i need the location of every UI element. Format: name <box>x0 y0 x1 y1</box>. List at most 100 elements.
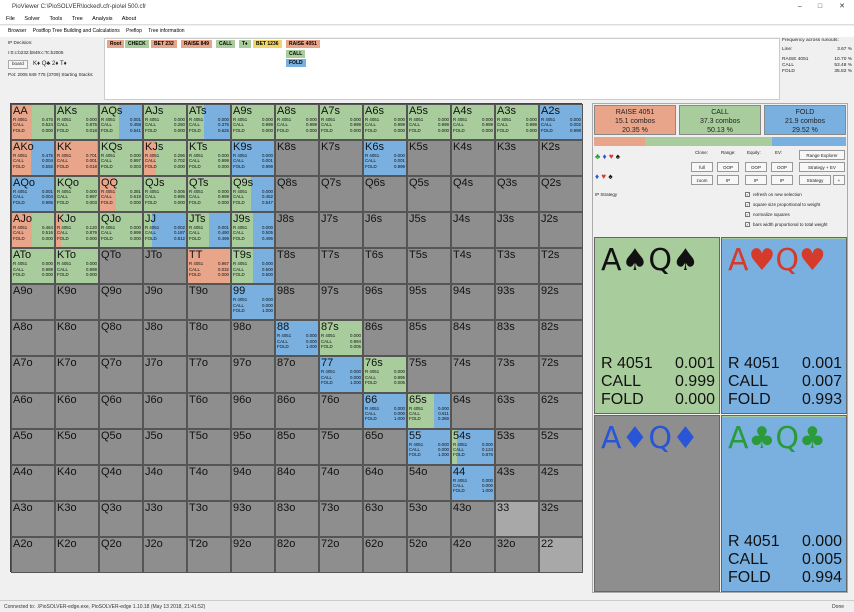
hand-cell-J5s[interactable]: J5s <box>407 212 451 249</box>
hand-cell-K6o[interactable]: K6o <box>55 392 99 429</box>
hand-cell-82o[interactable]: 82o <box>275 536 319 573</box>
hand-cell-J8o[interactable]: J8o <box>143 320 187 357</box>
action-turn-card[interactable]: T♦ <box>239 40 251 48</box>
hand-cell-A2o[interactable]: A2o <box>11 536 55 573</box>
hand-cell-63s[interactable]: 63s <box>495 392 539 429</box>
range-explorer-button[interactable]: Range Explorer <box>799 150 845 160</box>
hand-cell-98s[interactable]: 98s <box>275 284 319 321</box>
hand-cell-52o[interactable]: 52o <box>407 536 451 573</box>
hand-cell-QJs[interactable]: R 4051 0.005 CALL 0.995 FOLD 0.000 QJs <box>143 176 187 213</box>
ev-oop-button[interactable]: OOP <box>771 162 793 172</box>
hand-cell-K4o[interactable]: K4o <box>55 464 99 501</box>
hand-cell-82s[interactable]: 82s <box>539 320 583 357</box>
hand-cell-Q2o[interactable]: Q2o <box>99 536 143 573</box>
hand-cell-J6s[interactable]: J6s <box>363 212 407 249</box>
full-button[interactable]: full <box>691 162 713 172</box>
hand-cell-73o[interactable]: 73o <box>319 500 363 537</box>
hand-cell-87s[interactable]: R 4051 0.000 CALL 0.994 FOLD 0.005 87s <box>319 320 363 357</box>
refresh-checkbox[interactable]: ✓ refresh on new selection <box>745 192 802 197</box>
hand-cell-AKs[interactable]: R 4051 0.000 CALL 0.875 FOLD 0.018 AKs <box>55 104 99 141</box>
hand-cell-97s[interactable]: 97s <box>319 284 363 321</box>
hand-cell-AJo[interactable]: R 4051 0.464 CALL 0.516 FOLD 0.000 AJo <box>11 212 55 249</box>
hand-cell-K4s[interactable]: K4s <box>451 140 495 177</box>
hand-cell-77[interactable]: R 4051 0.000 CALL 0.000 FOLD 1.000 77 <box>319 356 363 393</box>
equity-oop-button[interactable]: OOP <box>745 162 767 172</box>
hand-cell-Q8o[interactable]: Q8o <box>99 320 143 357</box>
hand-cell-88[interactable]: R 4051 0.000 CALL 0.000 FOLD 1.000 88 <box>275 320 319 357</box>
hand-cell-95s[interactable]: 95s <box>407 284 451 321</box>
hand-cell-Q4s[interactable]: Q4s <box>451 176 495 213</box>
minimize-icon[interactable]: – <box>790 0 810 14</box>
hand-cell-A7o[interactable]: A7o <box>11 356 55 393</box>
hand-cell-KK[interactable]: R 4051 0.701 CALL 0.001 FOLD 0.018 KK <box>55 140 99 177</box>
hand-cell-T4o[interactable]: T4o <box>187 464 231 501</box>
hand-cell-72s[interactable]: 72s <box>539 356 583 393</box>
hand-cell-66[interactable]: R 4051 0.000 CALL 0.000 FOLD 1.000 66 <box>363 392 407 429</box>
spade-icon[interactable]: ♠ <box>616 152 620 161</box>
hand-cell-A9s[interactable]: R 4051 0.000 CALL 0.999 FOLD 0.000 A9s <box>231 104 275 141</box>
hand-cell-J3s[interactable]: J3s <box>495 212 539 249</box>
hand-cell-K3s[interactable]: K3s <box>495 140 539 177</box>
hand-cell-A6o[interactable]: A6o <box>11 392 55 429</box>
hand-cell-A3o[interactable]: A3o <box>11 500 55 537</box>
heart-icon[interactable]: ♥ <box>601 172 606 181</box>
action-fold-option[interactable]: FOLD <box>286 59 306 67</box>
hand-cell-74o[interactable]: 74o <box>319 464 363 501</box>
combo-tile-diamonds[interactable]: A♦Q♦ <box>594 415 720 592</box>
hand-cell-43o[interactable]: 43o <box>451 500 495 537</box>
hand-cell-QJo[interactable]: R 4051 0.000 CALL 0.999 FOLD 0.000 QJo <box>99 212 143 249</box>
hand-cell-QTo[interactable]: QTo <box>99 248 143 285</box>
hand-cell-92o[interactable]: 92o <box>231 536 275 573</box>
hand-cell-AKo[interactable]: R 4051 0.475 CALL 0.004 FOLD 0.592 AKo <box>11 140 55 177</box>
summary-fold[interactable]: FOLD 21.9 combos 29.52 % <box>764 105 846 135</box>
hand-cell-JJ[interactable]: R 4051 0.002 CALL 0.187 FOLD 0.812 JJ <box>143 212 187 249</box>
hand-cell-Q3s[interactable]: Q3s <box>495 176 539 213</box>
hand-cell-Q7s[interactable]: Q7s <box>319 176 363 213</box>
hand-cell-J7s[interactable]: J7s <box>319 212 363 249</box>
spade-icon[interactable]: ♠ <box>608 172 612 181</box>
hand-cell-A5o[interactable]: A5o <box>11 428 55 465</box>
hand-cell-K9s[interactable]: R 4051 0.000 CALL 0.001 FOLD 0.999 K9s <box>231 140 275 177</box>
combo-tile-spades[interactable]: A♠Q♠ R 4051 0.001 CALL 0.999 FOLD 0.000 <box>594 237 720 414</box>
hand-cell-T8o[interactable]: T8o <box>187 320 231 357</box>
hand-cell-92s[interactable]: 92s <box>539 284 583 321</box>
hand-cell-A4s[interactable]: R 4051 0.000 CALL 0.999 FOLD 0.000 A4s <box>451 104 495 141</box>
hand-cell-76s[interactable]: R 4051 0.000 CALL 0.995 FOLD 0.005 76s <box>363 356 407 393</box>
hand-cell-87o[interactable]: 87o <box>275 356 319 393</box>
hand-cell-T5o[interactable]: T5o <box>187 428 231 465</box>
hand-cell-96o[interactable]: 96o <box>231 392 275 429</box>
hand-cell-K8s[interactable]: K8s <box>275 140 319 177</box>
hand-cell-63o[interactable]: 63o <box>363 500 407 537</box>
tab-browser[interactable]: Browser <box>8 28 26 34</box>
menu-solver[interactable]: Solver <box>24 16 40 22</box>
hand-cell-33[interactable]: 33 <box>495 500 539 537</box>
action-root[interactable]: Root <box>107 40 125 48</box>
ev-ip-button[interactable]: IP <box>771 175 793 185</box>
diamond-icon[interactable]: ♦ <box>602 152 606 161</box>
hand-cell-T6s[interactable]: T6s <box>363 248 407 285</box>
hand-cell-Q2s[interactable]: Q2s <box>539 176 583 213</box>
hand-cell-QTs[interactable]: R 4051 0.000 CALL 0.999 FOLD 0.000 QTs <box>187 176 231 213</box>
hand-cell-64o[interactable]: 64o <box>363 464 407 501</box>
action-raise-849[interactable]: RAISE 849 <box>181 40 213 48</box>
range-ip-button[interactable]: IP <box>717 175 739 185</box>
hand-cell-A8o[interactable]: A8o <box>11 320 55 357</box>
hand-cell-T9o[interactable]: T9o <box>187 284 231 321</box>
hand-cell-KQs[interactable]: R 4051 0.000 CALL 0.997 FOLD 0.003 KQs <box>99 140 143 177</box>
hand-cell-44[interactable]: R 4051 0.000 CALL 0.000 FOLD 1.000 44 <box>451 464 495 501</box>
diamond-icon[interactable]: ♦ <box>595 172 599 181</box>
hand-cell-53o[interactable]: 53o <box>407 500 451 537</box>
hand-cell-Q5s[interactable]: Q5s <box>407 176 451 213</box>
hand-cell-97o[interactable]: 97o <box>231 356 275 393</box>
hand-cell-32o[interactable]: 32o <box>495 536 539 573</box>
hand-cell-86o[interactable]: 86o <box>275 392 319 429</box>
hand-cell-Q5o[interactable]: Q5o <box>99 428 143 465</box>
hand-cell-42o[interactable]: 42o <box>451 536 495 573</box>
hand-cell-54o[interactable]: 54o <box>407 464 451 501</box>
hand-cell-A9o[interactable]: A9o <box>11 284 55 321</box>
hand-cell-T5s[interactable]: T5s <box>407 248 451 285</box>
action-call[interactable]: CALL <box>216 40 236 48</box>
hand-cell-KJs[interactable]: R 4051 0.296 CALL 0.702 FOLD 0.000 KJs <box>143 140 187 177</box>
hand-cell-42s[interactable]: 42s <box>539 464 583 501</box>
combo-tile-clubs[interactable]: A♣Q♣ R 4051 0.000 CALL 0.005 FOLD 0.994 <box>721 415 847 592</box>
